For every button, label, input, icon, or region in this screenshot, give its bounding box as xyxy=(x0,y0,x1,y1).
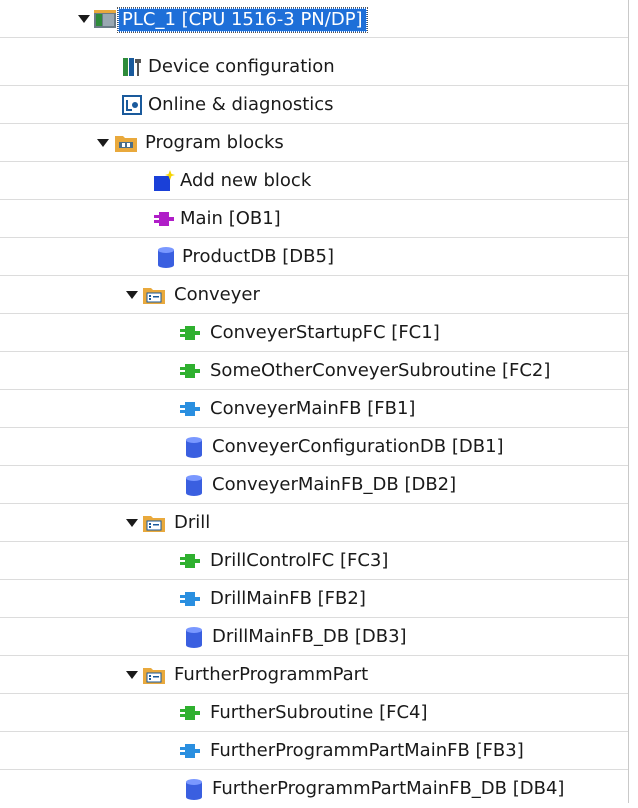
tree-item-conveyermainfb-db-db2[interactable]: ConveyerMainFB_DB [DB2] xyxy=(0,466,628,504)
data-block-icon xyxy=(186,475,202,496)
function-icon xyxy=(180,326,200,340)
tree-item-label: ProductDB [DB5] xyxy=(182,246,334,267)
data-block-icon xyxy=(186,437,202,458)
tree-item-plc-1[interactable]: PLC_1 [CPU 1516-3 PN/DP] xyxy=(0,0,628,38)
tree-item-group-drill[interactable]: Drill xyxy=(0,504,628,542)
tree-item-label: FurtherProgrammPartMainFB [FB3] xyxy=(210,740,524,761)
add-new-block-icon xyxy=(154,170,175,191)
tree-item-label: ConveyerMainFB_DB [DB2] xyxy=(212,474,457,495)
function-block-icon xyxy=(180,402,200,416)
tree-item-group-furtherprogrammpart[interactable]: FurtherProgrammPart xyxy=(0,656,628,694)
data-block-icon xyxy=(158,247,174,268)
tree-item-main-ob1[interactable]: Main [OB1] xyxy=(0,200,628,238)
expand-arrow-icon[interactable] xyxy=(126,671,138,679)
tree-item-conveyerstartupfc-fc1[interactable]: ConveyerStartupFC [FC1] xyxy=(0,314,628,352)
function-icon xyxy=(180,364,200,378)
tree-item-label: Device configuration xyxy=(148,56,335,77)
tree-item-drillmainfb-db-db3[interactable]: DrillMainFB_DB [DB3] xyxy=(0,618,628,656)
project-tree: PLC_1 [CPU 1516-3 PN/DP] Device configur… xyxy=(0,0,629,803)
tree-item-label: DrillControlFC [FC3] xyxy=(210,550,389,571)
function-block-icon xyxy=(180,592,200,606)
tree-item-device-configuration[interactable]: Device configuration xyxy=(0,48,628,86)
tree-item-label: ConveyerStartupFC [FC1] xyxy=(210,322,440,343)
data-block-icon xyxy=(186,779,202,800)
tree-item-label: Add new block xyxy=(180,170,312,191)
tree-item-someotherconveyersubroutine-fc2[interactable]: SomeOtherConveyerSubroutine [FC2] xyxy=(0,352,628,390)
tree-item-label: ConveyerConfigurationDB [DB1] xyxy=(212,436,504,457)
group-folder-icon xyxy=(143,668,165,684)
tree-item-group-conveyer[interactable]: Conveyer xyxy=(0,276,628,314)
organization-block-icon xyxy=(154,212,174,226)
tree-item-label: ConveyerMainFB [FB1] xyxy=(210,398,416,419)
tree-item-furthersubroutine-fc4[interactable]: FurtherSubroutine [FC4] xyxy=(0,694,628,732)
tree-item-program-blocks[interactable]: Program blocks xyxy=(0,124,628,162)
tree-item-conveyermainfb-fb1[interactable]: ConveyerMainFB [FB1] xyxy=(0,390,628,428)
tree-item-label: Program blocks xyxy=(145,132,284,153)
tree-item-label: FurtherProgrammPart xyxy=(174,664,369,685)
tree-item-label: Conveyer xyxy=(174,284,260,305)
plc-cpu-icon xyxy=(94,10,116,28)
tree-item-online-diagnostics[interactable]: Online & diagnostics xyxy=(0,86,628,124)
expand-arrow-icon[interactable] xyxy=(126,291,138,299)
function-icon xyxy=(180,554,200,568)
tree-item-drillmainfb-fb2[interactable]: DrillMainFB [FB2] xyxy=(0,580,628,618)
tree-item-label: Drill xyxy=(174,512,211,533)
tree-item-conveyerconfigurationdb-db1[interactable]: ConveyerConfigurationDB [DB1] xyxy=(0,428,628,466)
tree-item-label: Online & diagnostics xyxy=(148,94,334,115)
tree-item-drillcontrolfc-fc3[interactable]: DrillControlFC [FC3] xyxy=(0,542,628,580)
group-folder-icon xyxy=(143,288,165,304)
expand-arrow-icon[interactable] xyxy=(126,519,138,527)
tree-item-label: PLC_1 [CPU 1516-3 PN/DP] xyxy=(117,7,368,33)
expand-arrow-icon[interactable] xyxy=(78,15,90,23)
tree-item-label: DrillMainFB [FB2] xyxy=(210,588,366,609)
function-icon xyxy=(180,706,200,720)
tree-item-furtherprogrammpartmainfb-fb3[interactable]: FurtherProgrammPartMainFB [FB3] xyxy=(0,732,628,770)
data-block-icon xyxy=(186,627,202,648)
online-diagnostics-icon xyxy=(122,95,142,115)
tree-item-label: FurtherProgrammPartMainFB_DB [DB4] xyxy=(212,778,565,799)
program-blocks-folder-icon xyxy=(115,136,137,152)
expand-arrow-icon[interactable] xyxy=(97,139,109,147)
tree-item-label: SomeOtherConveyerSubroutine [FC2] xyxy=(210,360,551,381)
tree-item-label: FurtherSubroutine [FC4] xyxy=(210,702,428,723)
device-configuration-icon xyxy=(123,58,141,76)
tree-item-furtherprogrammpartmainfb-db-db4[interactable]: FurtherProgrammPartMainFB_DB [DB4] xyxy=(0,770,628,808)
group-folder-icon xyxy=(143,516,165,532)
function-block-icon xyxy=(180,744,200,758)
tree-item-productdb-db5[interactable]: ProductDB [DB5] xyxy=(0,238,628,276)
tree-item-label: Main [OB1] xyxy=(180,208,281,229)
tree-item-label: DrillMainFB_DB [DB3] xyxy=(212,626,407,647)
tree-item-add-new-block[interactable]: Add new block xyxy=(0,162,628,200)
